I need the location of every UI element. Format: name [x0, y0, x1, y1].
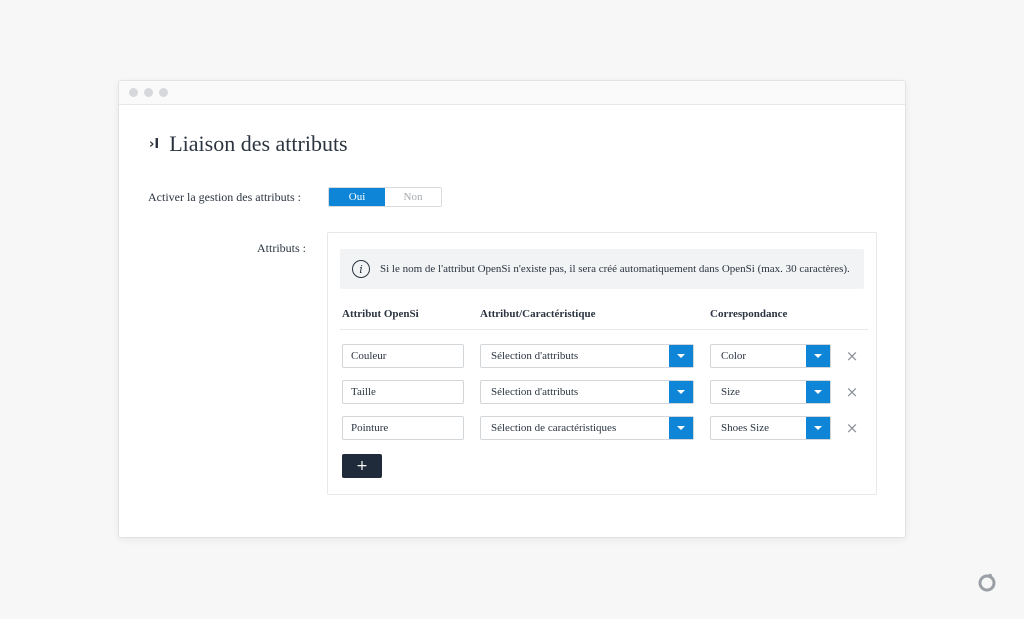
info-icon: i	[352, 260, 370, 278]
remove-row-icon[interactable]: ×	[844, 383, 860, 401]
attribute-type-value: Sélection d'attributs	[491, 350, 579, 362]
page-title: ›I Liaison des attributs	[149, 131, 348, 157]
dropdown-caret-icon[interactable]	[669, 345, 693, 367]
header-attribute-characteristic: Attribut/Caractéristique	[480, 308, 596, 320]
remove-row-icon[interactable]: ×	[844, 419, 860, 437]
attribute-type-select[interactable]: Sélection de caractéristiques	[480, 416, 694, 440]
correspondence-select[interactable]: Size	[710, 380, 831, 404]
attribute-type-select[interactable]: Sélection d'attributs	[480, 380, 694, 404]
attribute-type-value: Sélection d'attributs	[491, 386, 579, 398]
correspondence-select[interactable]: Color	[710, 344, 831, 368]
opensi-attribute-input[interactable]: Taille	[342, 380, 464, 404]
dropdown-caret-icon[interactable]	[669, 417, 693, 439]
correspondence-value: Shoes Size	[721, 422, 769, 434]
info-text: Si le nom de l'attribut OpenSi n'existe …	[380, 262, 850, 275]
window-maximize-dot[interactable]	[159, 88, 168, 97]
app-window: ›I Liaison des attributs Activer la gest…	[118, 80, 906, 538]
enable-attributes-toggle[interactable]: Oui Non	[328, 187, 442, 207]
attributes-label: Attributs :	[257, 241, 307, 255]
attribute-type-select[interactable]: Sélection d'attributs	[480, 344, 694, 368]
dropdown-caret-icon[interactable]	[806, 417, 830, 439]
header-divider	[340, 329, 868, 330]
toggle-no-button[interactable]: Non	[385, 188, 441, 206]
attribute-type-value: Sélection de caractéristiques	[491, 422, 617, 434]
opensi-attribute-input[interactable]: Couleur	[342, 344, 464, 368]
opensi-attribute-input[interactable]: Pointure	[342, 416, 464, 440]
header-opensi-attribute: Attribut OpenSi	[342, 308, 419, 320]
window-minimize-dot[interactable]	[144, 88, 153, 97]
remove-row-icon[interactable]: ×	[844, 347, 860, 365]
chevron-bar-icon: ›I	[149, 136, 160, 152]
header-correspondence: Correspondance	[710, 308, 788, 320]
window-titlebar	[119, 81, 905, 105]
add-row-button[interactable]: +	[342, 454, 382, 478]
enable-attributes-label: Activer la gestion des attributs :	[148, 190, 301, 204]
window-close-dot[interactable]	[129, 88, 138, 97]
correspondence-select[interactable]: Shoes Size	[710, 416, 831, 440]
dropdown-caret-icon[interactable]	[806, 345, 830, 367]
page-title-text: Liaison des attributs	[169, 131, 348, 156]
dropdown-caret-icon[interactable]	[669, 381, 693, 403]
opensi-logo-icon	[978, 573, 996, 592]
attributes-panel: i Si le nom de l'attribut OpenSi n'exist…	[327, 232, 877, 495]
correspondence-value: Color	[721, 350, 747, 362]
correspondence-value: Size	[721, 386, 740, 398]
dropdown-caret-icon[interactable]	[806, 381, 830, 403]
toggle-yes-button[interactable]: Oui	[329, 188, 385, 206]
info-notice: i Si le nom de l'attribut OpenSi n'exist…	[340, 249, 864, 289]
